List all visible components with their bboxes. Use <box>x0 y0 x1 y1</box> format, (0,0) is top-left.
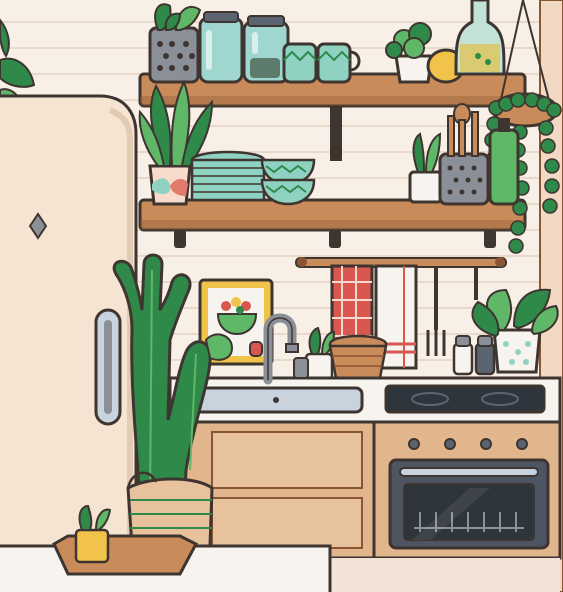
basket[interactable] <box>328 334 388 380</box>
sink[interactable] <box>188 386 364 414</box>
plate-stack[interactable] <box>190 150 266 202</box>
stovetop[interactable] <box>384 384 546 414</box>
green-bottle[interactable] <box>488 118 520 206</box>
refrigerator[interactable] <box>0 94 138 562</box>
kitchen-scene <box>0 0 563 592</box>
teal-bowls[interactable] <box>260 158 316 206</box>
kitchen-illustration <box>0 0 563 592</box>
teal-mugs[interactable] <box>282 42 361 84</box>
succulent-pot[interactable] <box>304 326 336 382</box>
polka-dot-plant[interactable] <box>148 3 202 84</box>
